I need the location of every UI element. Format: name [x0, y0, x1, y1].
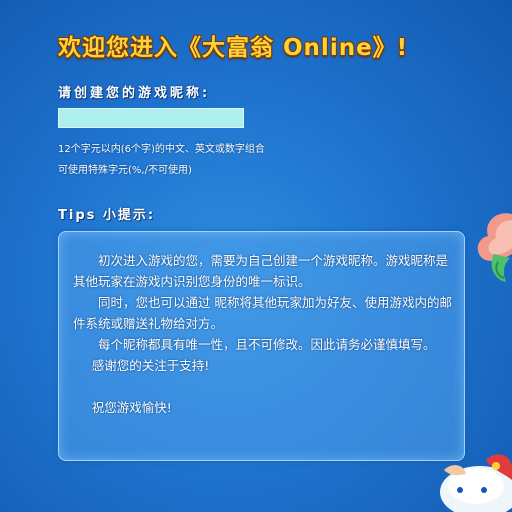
- tips-panel: 初次进入游戏的您，需要为自己创建一个游戏昵称。游戏昵称是其他玩家在游戏内识别您身…: [58, 231, 465, 461]
- tips-paragraph: 感谢您的关注于支持!: [91, 358, 210, 373]
- special-char-hint: 可使用特殊字元(%,/不可使用): [58, 165, 192, 176]
- tips-paragraph: 初次进入游戏的您，需要为自己创建一个游戏昵称。游戏昵称是其他玩家在游戏内识别您身…: [73, 253, 449, 289]
- welcome-title: 欢迎您进入《大富翁 Online》!: [58, 35, 409, 61]
- nickname-input[interactable]: [58, 108, 244, 128]
- tips-paragraph: 同时，您也可以通过 昵称将其他玩家加为好友、使用游戏内的邮件系统或赠送礼物给对方…: [73, 295, 452, 331]
- tips-title: Tips 小提示:: [58, 208, 156, 223]
- nickname-rule-hint: 12个字元以内(6个字)的中文、英文或数字组合: [58, 144, 265, 155]
- nickname-creation-screen: 欢迎您进入《大富翁 Online》! 请创建您的游戏昵称: 12个字元以内(6个…: [0, 0, 512, 512]
- flower-decoration-icon: [477, 213, 512, 282]
- character-decoration-icon: [440, 454, 512, 512]
- nickname-prompt-label: 请创建您的游戏昵称:: [58, 86, 211, 101]
- tips-paragraph: 每个昵称都具有唯一性，且不可修改。因此请务必谨慎填写。: [98, 337, 436, 352]
- tips-paragraph: 祝您游戏愉快!: [91, 400, 172, 415]
